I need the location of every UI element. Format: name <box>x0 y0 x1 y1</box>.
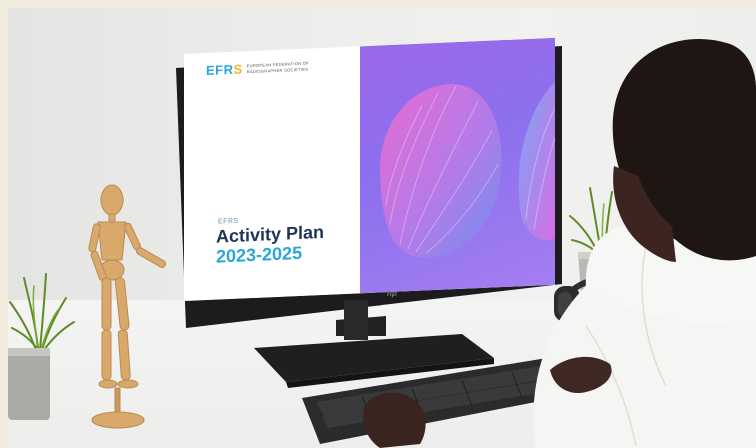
hp-logo-icon: hp <box>387 289 397 298</box>
person-at-desk <box>533 39 756 448</box>
photo-border-left <box>0 0 8 448</box>
monitor-screen: EFRS EUROPEAN FEDERATION OF RADIOGRAPHER… <box>184 37 555 301</box>
left-hand <box>362 392 426 448</box>
photo-border-top <box>0 0 756 8</box>
logo-tagline: EUROPEAN FEDERATION OF RADIOGRAPHER SOCI… <box>246 60 309 75</box>
wooden-mannequin <box>88 184 167 429</box>
efrs-logo: EFRS EUROPEAN FEDERATION OF RADIOGRAPHER… <box>206 59 309 78</box>
document-cover-left: EFRS EUROPEAN FEDERATION OF RADIOGRAPHER… <box>184 46 360 301</box>
left-potted-plant <box>8 273 75 420</box>
logo-wordmark: EFRS <box>206 61 243 79</box>
document-eyebrow: EFRS <box>218 217 239 226</box>
photo-scene: EFRS EUROPEAN FEDERATION OF RADIOGRAPHER… <box>0 0 756 448</box>
document-years: 2023-2025 <box>216 242 303 267</box>
